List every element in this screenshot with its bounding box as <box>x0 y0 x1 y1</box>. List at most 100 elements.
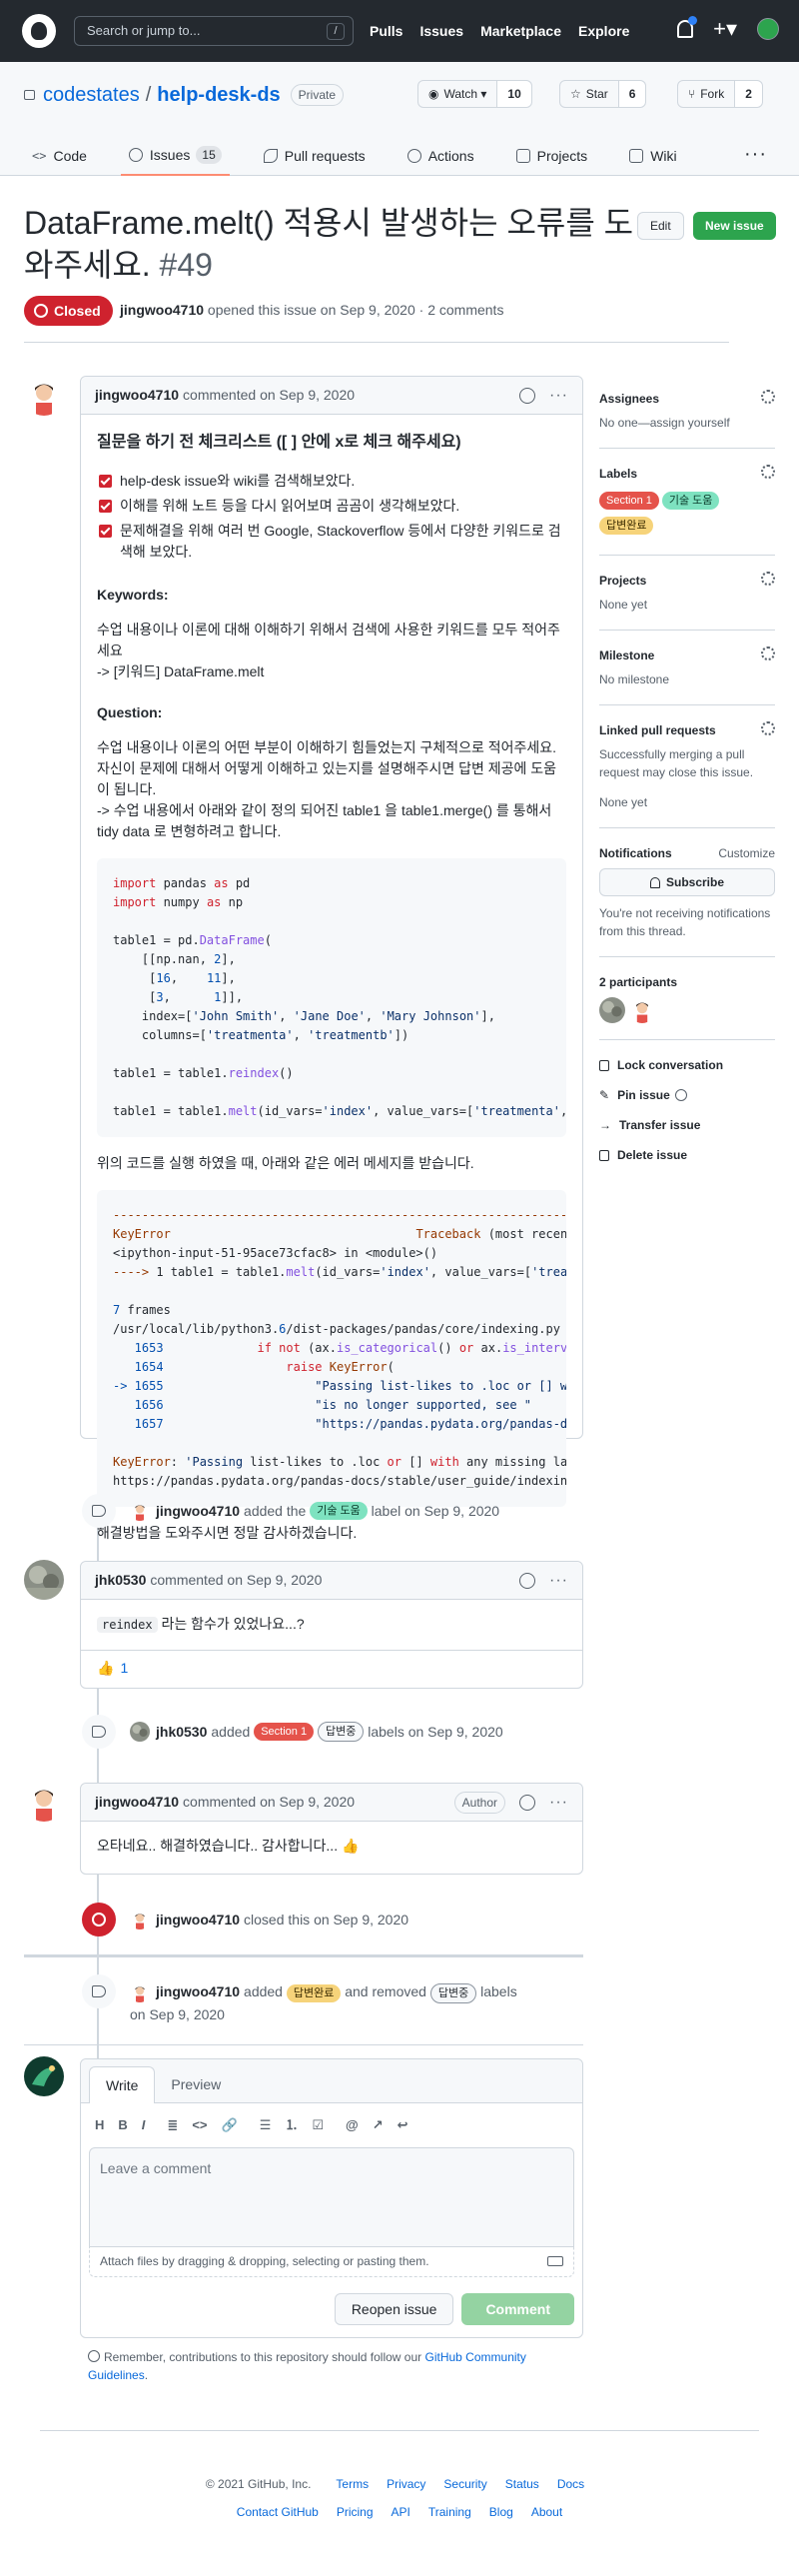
assign-yourself-link[interactable]: No one—assign yourself <box>599 414 775 432</box>
footer-row2-link-3[interactable]: Training <box>428 2505 471 2519</box>
reaction-thumbs-up[interactable]: 👍 1 <box>81 1650 582 1686</box>
subscribe-button[interactable]: Subscribe <box>599 868 775 896</box>
label-answering[interactable]: 답변중 <box>429 1983 477 2003</box>
lock-conversation-link[interactable]: Lock conversation <box>599 1056 775 1074</box>
search-input[interactable]: Search or jump to... / <box>74 16 354 46</box>
opener-link[interactable]: jingwoo4710 <box>120 302 204 318</box>
reopen-issue-button[interactable]: Reopen issue <box>334 2292 454 2325</box>
avatar-jingwoo4710[interactable] <box>24 376 64 416</box>
tag-badge <box>82 1715 116 1749</box>
new-issue-button[interactable]: New issue <box>693 212 776 240</box>
user-avatar-menu[interactable] <box>757 18 779 40</box>
label-tech-help[interactable]: 기술 도움 <box>310 1502 368 1520</box>
footer-row2-link-1[interactable]: Pricing <box>337 2505 374 2519</box>
gear-icon[interactable] <box>761 721 775 735</box>
tab-actions[interactable]: Actions <box>400 136 482 176</box>
footer-row1-link-2[interactable]: Security <box>443 2477 486 2491</box>
label-answered[interactable]: 답변완료 <box>286 1984 342 2002</box>
small-avatar-jingwoo4710[interactable] <box>130 1910 150 1930</box>
link-icon[interactable]: 🔗 <box>222 2115 238 2135</box>
checked-checkbox-icon[interactable] <box>99 475 112 488</box>
comment-submit-button[interactable]: Comment <box>461 2292 574 2325</box>
tab-code[interactable]: <> Code <box>24 136 95 176</box>
participant-avatars <box>599 997 775 1023</box>
small-avatar-jingwoo4710[interactable] <box>130 1501 150 1521</box>
participant-avatar-jhk0530[interactable] <box>599 997 625 1023</box>
fork-button[interactable]: ⑂ Fork 2 <box>677 80 763 108</box>
github-logo-icon[interactable] <box>22 14 56 48</box>
slash-key-hint: / <box>327 23 345 40</box>
tab-write[interactable]: Write <box>89 2066 156 2103</box>
checked-checkbox-icon[interactable] <box>99 500 112 513</box>
edit-title-button[interactable]: Edit <box>637 212 684 240</box>
comment-author[interactable]: jingwoo4710 <box>95 385 179 406</box>
nav-pulls[interactable]: Pulls <box>370 21 402 42</box>
bold-icon[interactable]: B <box>118 2115 127 2135</box>
add-reaction-smiley-icon[interactable] <box>519 387 536 404</box>
footer-row1-link-0[interactable]: Terms <box>336 2477 369 2491</box>
avatar-current-user[interactable] <box>24 2056 64 2096</box>
small-avatar-jhk0530[interactable] <box>130 1722 150 1742</box>
customize-link[interactable]: Customize <box>718 844 775 862</box>
label-answering[interactable]: 답변중 <box>317 1722 365 1742</box>
footer-row2-link-2[interactable]: API <box>392 2505 410 2519</box>
sidebar-label-2[interactable]: 답변완료 <box>599 517 654 535</box>
saved-replies-icon[interactable]: ↩ <box>398 2115 408 2135</box>
tab-pull-requests[interactable]: Pull requests <box>256 136 374 176</box>
repo-name-link[interactable]: help-desk-ds <box>157 80 280 110</box>
comment-options-kebab-icon[interactable]: ··· <box>549 1569 568 1593</box>
participant-avatar-jingwoo4710[interactable] <box>629 997 655 1023</box>
numbered-list-icon[interactable]: ⒈ <box>285 2115 298 2135</box>
gear-icon[interactable] <box>761 572 775 586</box>
create-new-plus-icon[interactable]: +▾ <box>713 18 737 40</box>
code-icon[interactable]: <> <box>192 2115 207 2135</box>
heading-icon[interactable]: H <box>95 2115 104 2135</box>
comment-author[interactable]: jingwoo4710 <box>95 1792 179 1813</box>
footer-row2-link-4[interactable]: Blog <box>489 2505 513 2519</box>
comment-options-kebab-icon[interactable]: ··· <box>549 1791 568 1815</box>
comment-textarea[interactable]: Leave a comment <box>89 2146 574 2247</box>
sidebar-label-0[interactable]: Section 1 <box>599 492 659 510</box>
cross-reference-icon[interactable]: ↗ <box>373 2115 384 2135</box>
footer-row2-link-5[interactable]: About <box>531 2505 562 2519</box>
star-button[interactable]: ☆ Star 6 <box>559 80 647 108</box>
notifications-bell-icon[interactable] <box>677 16 698 38</box>
add-reaction-smiley-icon[interactable] <box>519 1572 536 1589</box>
sidebar-label-1[interactable]: 기술 도움 <box>661 492 720 510</box>
footer-row1-link-4[interactable]: Docs <box>557 2477 584 2491</box>
label-section-1[interactable]: Section 1 <box>254 1723 315 1741</box>
nav-issues[interactable]: Issues <box>419 21 463 42</box>
small-avatar-jingwoo4710[interactable] <box>130 1982 150 2003</box>
attach-files-area[interactable]: Attach files by dragging & dropping, sel… <box>89 2246 574 2277</box>
repo-owner-link[interactable]: codestates <box>43 80 140 110</box>
delete-issue-link[interactable]: Delete issue <box>599 1146 775 1164</box>
tab-projects[interactable]: Projects <box>508 136 596 176</box>
footer-row2-link-0[interactable]: Contact GitHub <box>237 2505 319 2519</box>
bulleted-list-icon[interactable]: ☰ <box>260 2115 272 2135</box>
avatar-jhk0530[interactable] <box>24 1560 64 1600</box>
avatar-jingwoo4710[interactable] <box>24 1782 64 1822</box>
tab-issues[interactable]: Issues 15 <box>120 136 230 176</box>
nav-marketplace[interactable]: Marketplace <box>480 21 561 42</box>
tab-wiki[interactable]: Wiki <box>621 136 684 176</box>
issue-title: DataFrame.melt() 적용시 발생하는 오류를 도와주세요. #49 <box>24 205 634 283</box>
quote-icon[interactable]: ≣ <box>167 2115 178 2135</box>
footer-row1-link-1[interactable]: Privacy <box>387 2477 425 2491</box>
more-tabs-kebab-icon[interactable]: ··· <box>744 139 767 169</box>
comment-options-kebab-icon[interactable]: ··· <box>549 384 568 408</box>
italic-icon[interactable]: I <box>142 2115 146 2135</box>
watch-button[interactable]: ◉ Watch ▾ 10 <box>417 80 532 108</box>
gear-icon[interactable] <box>761 465 775 479</box>
transfer-issue-link[interactable]: → Transfer issue <box>599 1116 775 1134</box>
checked-checkbox-icon[interactable] <box>99 525 112 538</box>
nav-explore[interactable]: Explore <box>578 21 629 42</box>
tab-preview[interactable]: Preview <box>155 2066 237 2102</box>
add-reaction-smiley-icon[interactable] <box>519 1794 536 1811</box>
task-list-icon[interactable]: ☑ <box>312 2115 324 2135</box>
pin-issue-link[interactable]: ✎ Pin issue <box>599 1086 775 1104</box>
footer-row1-link-3[interactable]: Status <box>505 2477 539 2491</box>
mention-icon[interactable]: @ <box>346 2115 359 2135</box>
comment-author[interactable]: jhk0530 <box>95 1570 146 1591</box>
gear-icon[interactable] <box>761 390 775 404</box>
gear-icon[interactable] <box>761 646 775 660</box>
